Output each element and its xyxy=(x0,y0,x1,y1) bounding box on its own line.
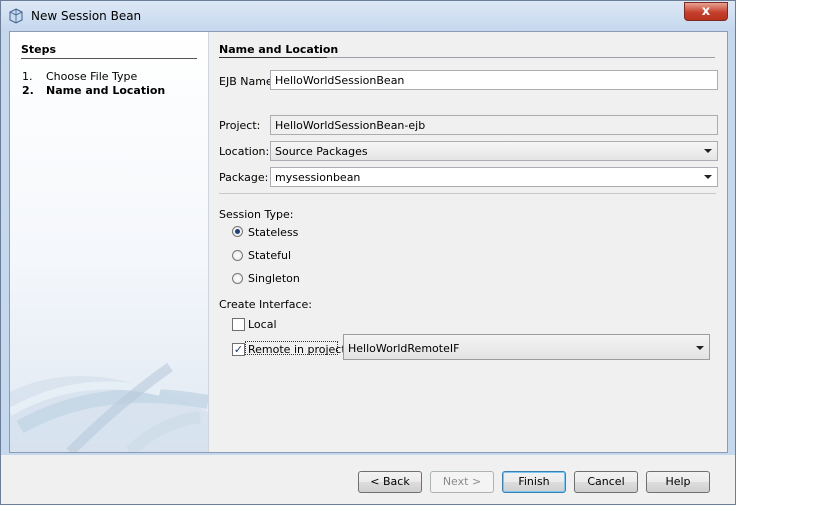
step-number: 2. xyxy=(22,84,34,97)
next-button[interactable]: Next > xyxy=(430,471,494,493)
title-bar[interactable]: New Session Bean x xyxy=(1,1,735,31)
section-title: Name and Location xyxy=(219,43,339,56)
chevron-down-icon xyxy=(704,149,712,153)
step-label: Choose File Type xyxy=(46,70,138,83)
location-label: Location: xyxy=(219,145,270,158)
step-label: Name and Location xyxy=(46,84,166,97)
step-name-and-location: 2. Name and Location xyxy=(22,84,165,97)
close-icon: x xyxy=(701,4,711,19)
project-label: Project: xyxy=(219,119,261,132)
steps-title: Steps xyxy=(21,43,57,56)
steps-panel: Steps 1. Choose File Type 2. Name and Loca… xyxy=(10,32,209,452)
checkmark-icon: ✓ xyxy=(233,343,244,356)
location-select[interactable]: Source Packages xyxy=(270,141,718,161)
ejb-name-label: EJB Name: xyxy=(219,75,277,88)
radio-stateful[interactable] xyxy=(232,250,243,261)
stateless-label[interactable]: Stateless xyxy=(248,226,298,239)
ejb-name-field[interactable]: HelloWorldSessionBean xyxy=(270,70,718,90)
cancel-button[interactable]: Cancel xyxy=(574,471,638,493)
radio-singleton[interactable] xyxy=(232,273,243,284)
remote-project-value: HelloWorldRemoteIF xyxy=(348,342,460,355)
radio-stateless[interactable] xyxy=(232,226,243,237)
step-choose-file-type: 1. Choose File Type xyxy=(22,70,137,83)
project-field: HelloWorldSessionBean-ejb xyxy=(270,115,718,135)
wizard-body: Steps 1. Choose File Type 2. Name and Loca… xyxy=(9,31,728,453)
singleton-label[interactable]: Singleton xyxy=(248,272,300,285)
close-button[interactable]: x xyxy=(684,2,728,21)
create-interface-label: Create Interface: xyxy=(219,298,313,311)
steps-divider xyxy=(21,58,197,59)
package-combo[interactable]: mysessionbean xyxy=(270,167,718,187)
session-type-label: Session Type: xyxy=(219,208,294,221)
package-value: mysessionbean xyxy=(275,171,361,184)
session-bean-icon xyxy=(9,8,23,24)
section-divider-accent xyxy=(219,57,327,58)
stateful-label[interactable]: Stateful xyxy=(248,249,291,262)
step-number: 1. xyxy=(22,70,33,83)
remote-checkbox[interactable]: ✓ xyxy=(232,343,245,356)
location-value: Source Packages xyxy=(275,145,368,158)
help-button[interactable]: Help xyxy=(646,471,710,493)
dialog-window: New Session Bean x Steps 1. Choose File T… xyxy=(0,0,736,505)
remote-label[interactable]: Remote in project: xyxy=(248,343,349,356)
window-title: New Session Bean xyxy=(31,9,142,23)
package-label: Package: xyxy=(219,171,269,184)
swoosh-graphic xyxy=(10,362,208,452)
local-label[interactable]: Local xyxy=(248,318,277,331)
chevron-down-icon xyxy=(704,175,712,179)
remote-project-select[interactable]: HelloWorldRemoteIF xyxy=(343,334,710,360)
button-bar: < Back Next > Finish Cancel Help xyxy=(1,455,735,504)
finish-button[interactable]: Finish xyxy=(502,471,566,493)
chevron-down-icon xyxy=(696,346,704,350)
form-panel: Name and Location EJB Name: HelloWorldSe… xyxy=(208,32,727,452)
back-button[interactable]: < Back xyxy=(358,471,422,493)
separator xyxy=(219,193,716,194)
local-checkbox[interactable] xyxy=(232,318,245,331)
